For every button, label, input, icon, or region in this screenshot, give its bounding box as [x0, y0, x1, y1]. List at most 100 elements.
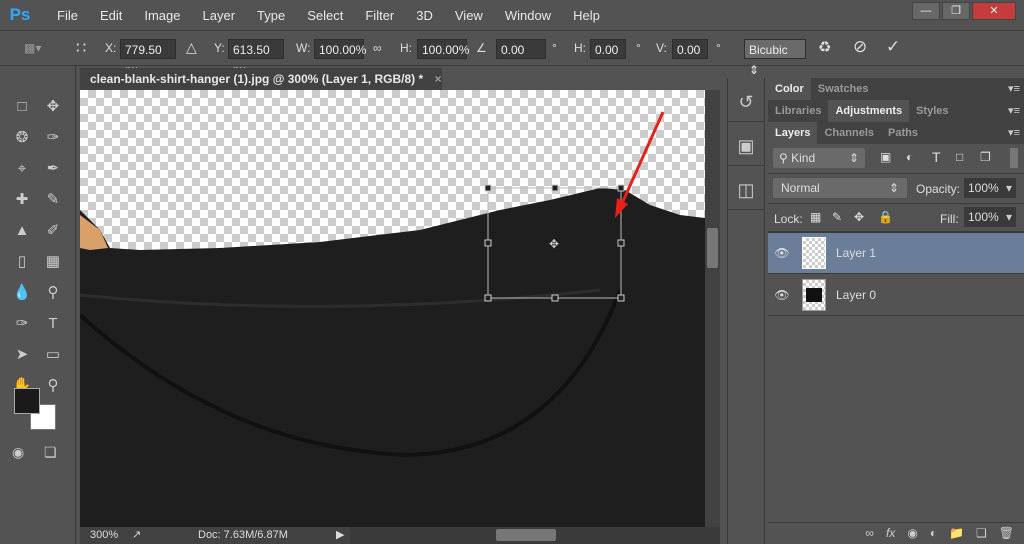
shape-tool-icon[interactable]: ▭: [38, 340, 68, 370]
3d-panel-icon[interactable]: ▣: [728, 122, 764, 166]
pen-tool-icon[interactable]: ✑: [7, 309, 37, 339]
timeline-panel-icon[interactable]: ◫: [728, 166, 764, 210]
tab-paths[interactable]: Paths: [881, 122, 925, 144]
layer-name[interactable]: Layer 0: [836, 288, 876, 302]
history-panel-icon[interactable]: ↺: [728, 78, 764, 122]
lock-image-icon[interactable]: ✎: [832, 210, 842, 224]
menu-layer[interactable]: Layer: [192, 8, 247, 23]
filter-pixel-icon[interactable]: ▣: [880, 150, 891, 164]
menu-filter[interactable]: Filter: [354, 8, 405, 23]
foreground-color-swatch[interactable]: [14, 388, 40, 414]
close-tab-icon[interactable]: ×: [434, 72, 441, 86]
tab-styles[interactable]: Styles: [909, 100, 955, 122]
lock-position-icon[interactable]: ✥: [854, 210, 864, 224]
height-field[interactable]: 100.00%: [417, 39, 469, 59]
menu-view[interactable]: View: [444, 8, 494, 23]
layer-filter-select[interactable]: ⚲ Kind ⇕: [773, 148, 865, 168]
h-scroll-thumb[interactable]: [496, 529, 556, 541]
layer-name[interactable]: Layer 1: [836, 246, 876, 260]
warp-icon[interactable]: ♻: [818, 38, 831, 56]
quick-select-tool-icon[interactable]: ✑: [38, 123, 68, 153]
tab-layers[interactable]: Layers: [768, 122, 818, 144]
visibility-eye-icon[interactable]: 👁: [772, 288, 792, 302]
tab-libraries[interactable]: Libraries: [768, 100, 828, 122]
crop-tool-icon[interactable]: ⌖: [7, 154, 37, 184]
status-menu-icon[interactable]: ▶: [336, 527, 344, 544]
eraser-tool-icon[interactable]: ▯: [7, 247, 37, 277]
reference-point-icon[interactable]: ∷: [76, 38, 86, 58]
stamp-tool-icon[interactable]: ▲: [7, 216, 37, 246]
zoom-level[interactable]: 300%: [90, 527, 118, 544]
close-window-button[interactable]: ✕: [972, 2, 1016, 20]
filter-adjustment-icon[interactable]: ◐: [906, 150, 913, 164]
path-select-tool-icon[interactable]: ➤: [7, 340, 37, 370]
panel-menu-icon[interactable]: ▾≡: [1008, 126, 1020, 139]
lock-transparent-icon[interactable]: ▦: [810, 210, 821, 224]
eyedropper-tool-icon[interactable]: ✒: [38, 154, 68, 184]
canvas[interactable]: ✥: [80, 90, 705, 527]
brush-tool-icon[interactable]: ✎: [38, 185, 68, 215]
move-tool-icon[interactable]: ✥: [38, 92, 68, 122]
horizontal-scrollbar[interactable]: [350, 527, 720, 544]
filter-toggle[interactable]: [1010, 148, 1018, 168]
transform-tool-icon[interactable]: ▩▾: [24, 41, 41, 55]
folder-icon[interactable]: 📁: [949, 526, 964, 544]
layer-row-layer-1[interactable]: 👁 Layer 1: [768, 232, 1024, 274]
menu-3d[interactable]: 3D: [405, 8, 444, 23]
filter-type-icon[interactable]: T: [932, 149, 941, 165]
menu-edit[interactable]: Edit: [89, 8, 133, 23]
lock-all-icon[interactable]: 🔒: [878, 210, 893, 224]
interpolation-select[interactable]: Bicubic ⇕: [744, 39, 806, 77]
filter-shape-icon[interactable]: □: [956, 150, 963, 164]
opacity-field[interactable]: 100% ▾: [964, 178, 1016, 198]
tab-channels[interactable]: Channels: [817, 122, 881, 144]
dodge-tool-icon[interactable]: ⚲: [38, 278, 68, 308]
zoom-tool-icon[interactable]: ⚲: [38, 371, 68, 401]
type-tool-icon[interactable]: T: [38, 309, 68, 339]
panel-menu-icon[interactable]: ▾≡: [1008, 82, 1020, 95]
hskew-field[interactable]: 0.00: [590, 39, 626, 59]
panel-menu-icon[interactable]: ▾≡: [1008, 104, 1020, 117]
menu-select[interactable]: Select: [296, 8, 354, 23]
healing-tool-icon[interactable]: ✚: [7, 185, 37, 215]
trash-icon[interactable]: 🗑: [999, 526, 1014, 544]
menu-window[interactable]: Window: [494, 8, 562, 23]
gradient-tool-icon[interactable]: ▦: [38, 247, 68, 277]
mask-icon[interactable]: ◉: [907, 526, 917, 544]
tab-color[interactable]: Color: [768, 78, 811, 100]
share-icon[interactable]: ↗: [132, 527, 141, 544]
lasso-tool-icon[interactable]: ❂: [7, 123, 37, 153]
relative-position-icon[interactable]: △: [186, 39, 197, 56]
angle-field[interactable]: 0.00: [496, 39, 546, 59]
vertical-scrollbar[interactable]: [705, 90, 720, 527]
fill-field[interactable]: 100% ▾: [964, 207, 1016, 227]
width-field[interactable]: 100.00%: [314, 39, 366, 59]
link-icon[interactable]: ∞: [865, 526, 874, 544]
layer-row-layer-0[interactable]: 👁 Layer 0: [768, 274, 1024, 316]
marquee-tool-icon[interactable]: □: [7, 92, 37, 122]
history-brush-icon[interactable]: ✐: [38, 216, 68, 246]
filter-smart-object-icon[interactable]: ❐: [980, 150, 991, 164]
commit-transform-icon[interactable]: ✓: [886, 37, 900, 57]
link-icon[interactable]: ∞: [373, 41, 382, 55]
adjustment-icon[interactable]: ◐: [930, 526, 937, 544]
blur-tool-icon[interactable]: 💧: [7, 278, 37, 308]
menu-type[interactable]: Type: [246, 8, 296, 23]
fx-icon[interactable]: fx: [886, 526, 895, 544]
cancel-transform-icon[interactable]: ⊘: [853, 37, 867, 57]
vskew-field[interactable]: 0.00: [672, 39, 708, 59]
y-field[interactable]: 613.50 px: [228, 39, 284, 77]
tab-swatches[interactable]: Swatches: [811, 78, 876, 100]
x-field[interactable]: 779.50 px: [120, 39, 176, 77]
quick-mask-icon[interactable]: ◉: [12, 444, 24, 461]
menu-help[interactable]: Help: [562, 8, 611, 23]
visibility-eye-icon[interactable]: 👁: [772, 246, 792, 260]
new-layer-icon[interactable]: ❏: [976, 526, 987, 544]
document-tab[interactable]: clean-blank-shirt-hanger (1).jpg @ 300% …: [80, 68, 442, 90]
menu-image[interactable]: Image: [133, 8, 191, 23]
restore-button[interactable]: ❐: [942, 2, 970, 20]
screen-mode-icon[interactable]: ❏: [44, 444, 57, 461]
scroll-thumb[interactable]: [707, 228, 718, 268]
minimize-button[interactable]: —: [912, 2, 940, 20]
tab-adjustments[interactable]: Adjustments: [828, 100, 910, 122]
